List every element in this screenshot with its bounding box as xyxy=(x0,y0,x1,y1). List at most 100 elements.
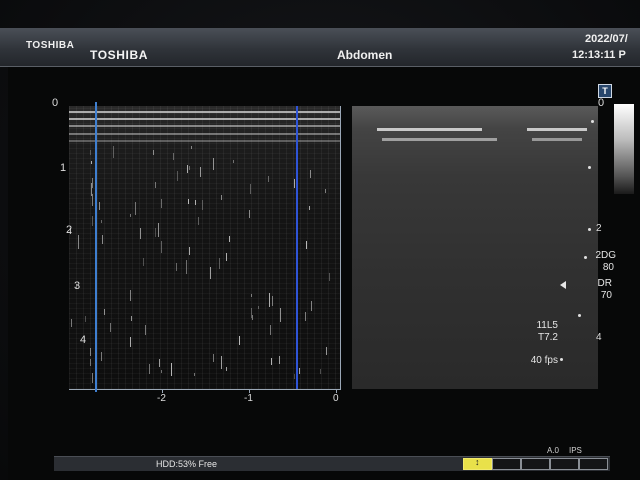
echo-band xyxy=(69,133,340,135)
speckle xyxy=(305,312,306,321)
scale-dot xyxy=(560,358,563,361)
speckle xyxy=(249,210,250,218)
echo-band xyxy=(69,111,340,113)
speckle xyxy=(155,182,156,188)
echo-band xyxy=(532,138,582,141)
speckle xyxy=(177,171,178,181)
speckle xyxy=(239,336,240,345)
a0-label: A.0 xyxy=(547,446,560,455)
brand-name: TOSHIBA xyxy=(90,48,148,62)
speckle xyxy=(226,367,227,371)
speckle xyxy=(306,241,307,249)
speckle xyxy=(329,273,330,281)
speckle xyxy=(186,260,187,274)
speckle xyxy=(149,364,150,374)
speckle xyxy=(173,153,174,160)
speckle xyxy=(143,258,144,266)
probe-orientation-icon: T xyxy=(598,84,612,98)
speckle xyxy=(90,359,91,366)
brand-logo-small: TOSHIBA xyxy=(26,40,75,51)
speckle xyxy=(195,200,196,205)
b-mode-depth-2: 2 xyxy=(596,223,602,234)
speckle xyxy=(189,166,190,170)
dr-value: 70 xyxy=(600,290,612,301)
depth-tick-1: 1 xyxy=(60,162,67,174)
speckle xyxy=(311,301,312,311)
speckle xyxy=(258,306,259,309)
speckle xyxy=(188,199,189,204)
speckle xyxy=(145,325,146,335)
speckle xyxy=(155,228,156,237)
speckle xyxy=(92,178,93,188)
speckle xyxy=(159,359,160,367)
speckle xyxy=(187,165,188,173)
speckle xyxy=(299,368,300,374)
echo-band xyxy=(377,128,482,131)
speckle xyxy=(104,309,105,315)
speckle xyxy=(191,146,192,149)
speckle xyxy=(131,316,132,321)
scale-dot xyxy=(588,166,591,169)
date-readout: 2022/07/ xyxy=(585,33,628,45)
speckle xyxy=(101,220,102,223)
speckle xyxy=(113,146,114,158)
thermal-index: T7.2 xyxy=(537,332,558,343)
time-tick--1: -1 xyxy=(244,393,253,404)
speckle xyxy=(268,176,269,182)
gain-label: 2DG xyxy=(595,250,616,261)
speckle xyxy=(161,241,162,253)
speckle xyxy=(221,195,222,200)
grayscale-bar xyxy=(614,104,634,194)
speckle xyxy=(189,247,190,255)
speckle xyxy=(325,189,326,193)
speckle xyxy=(326,347,327,355)
echo-band xyxy=(69,118,340,120)
speckle xyxy=(269,293,270,307)
ips-label: IPS xyxy=(569,446,582,455)
b-mode-image xyxy=(352,106,598,389)
speckle xyxy=(320,369,321,374)
speckle xyxy=(202,200,203,210)
b-mode-depth-4: 4 xyxy=(596,332,602,343)
speckle xyxy=(78,235,79,249)
speckle xyxy=(309,206,310,210)
speckle xyxy=(210,267,211,279)
clip-slot[interactable] xyxy=(579,458,608,470)
speckle xyxy=(90,348,91,356)
m-mode-image xyxy=(69,106,341,390)
speckle xyxy=(294,374,295,379)
speckle xyxy=(272,296,273,306)
depth-tick-4: 4 xyxy=(80,334,87,346)
speckle xyxy=(92,373,93,383)
speckle xyxy=(200,167,201,177)
speckle xyxy=(140,228,141,239)
clip-arrow-icon: ↕ xyxy=(475,457,480,467)
speckle xyxy=(213,158,214,170)
clip-slot[interactable] xyxy=(550,458,579,470)
speckle xyxy=(251,294,252,297)
m-mode-time-cursor[interactable] xyxy=(296,106,298,389)
time-readout: 12:13:11 P xyxy=(572,49,626,61)
clip-slot[interactable] xyxy=(492,458,521,470)
speckle xyxy=(229,236,230,242)
echo-band xyxy=(69,140,340,142)
speckle xyxy=(130,214,131,217)
speckle xyxy=(294,179,295,188)
frame-rate: 40 fps xyxy=(530,355,558,366)
depth-tick-3: 3 xyxy=(74,280,81,292)
speckle xyxy=(90,150,91,155)
speckle xyxy=(213,354,214,362)
speckle xyxy=(270,325,271,335)
speckle xyxy=(280,308,281,322)
focus-marker[interactable] xyxy=(560,281,566,289)
scale-dot xyxy=(578,314,581,317)
depth-tick-0: 0 xyxy=(52,97,59,109)
speckle xyxy=(91,161,92,164)
speckle xyxy=(99,202,100,210)
speckle xyxy=(252,315,253,320)
speckle xyxy=(171,363,172,376)
clip-slot[interactable] xyxy=(521,458,550,470)
speckle xyxy=(279,356,280,364)
speckle xyxy=(85,316,86,322)
speckle xyxy=(226,253,227,261)
